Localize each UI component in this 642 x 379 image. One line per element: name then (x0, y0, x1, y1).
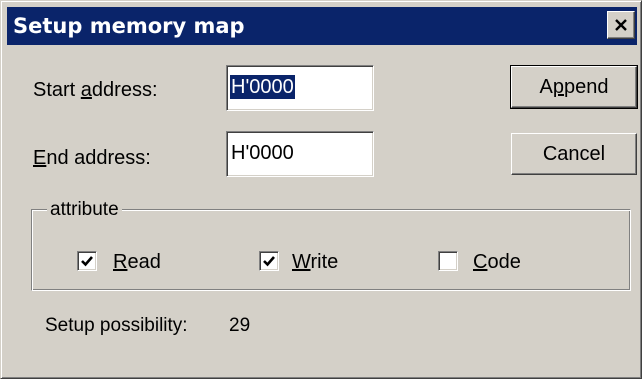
end-address-input[interactable]: H'0000 (226, 131, 374, 177)
cancel-button[interactable]: Cancel (511, 133, 637, 175)
start-address-value: H'0000 (230, 75, 295, 99)
append-button[interactable]: Append (510, 65, 638, 109)
end-address-value: H'0000 (231, 142, 294, 164)
setup-possibility-value: 29 (229, 315, 251, 336)
code-checkbox[interactable] (438, 251, 458, 271)
attribute-group-label: attribute (47, 199, 122, 221)
read-checkbox[interactable] (77, 251, 97, 271)
setup-possibility-label: Setup possibility: (45, 315, 188, 336)
start-address-label: Start address: (33, 79, 158, 101)
checkmark-icon (81, 256, 93, 267)
checkmark-icon (263, 256, 275, 267)
close-icon (615, 19, 627, 31)
end-address-label: End address: (33, 147, 151, 169)
setup-memory-map-dialog: Setup memory map Start address: H'0000 E… (0, 0, 642, 379)
start-address-input[interactable]: H'0000 (226, 65, 374, 111)
read-label[interactable]: Read (113, 250, 161, 274)
dialog-title: Setup memory map (13, 14, 245, 38)
write-checkbox[interactable] (259, 251, 279, 271)
code-label[interactable]: Code (473, 250, 521, 274)
title-bar[interactable]: Setup memory map (7, 7, 637, 45)
write-label[interactable]: Write (292, 250, 338, 274)
close-button[interactable] (607, 11, 635, 39)
